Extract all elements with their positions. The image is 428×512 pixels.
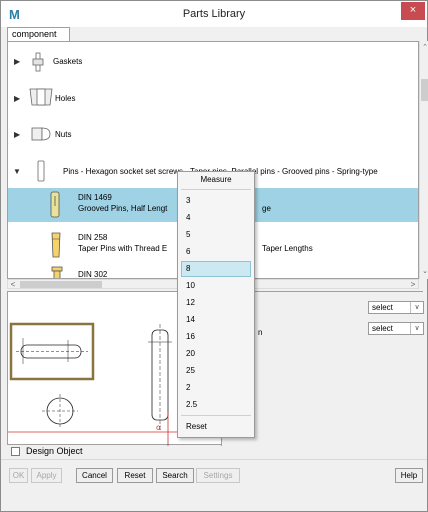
property-select-2[interactable]: select ∨ (368, 322, 424, 335)
chevron-down-icon[interactable]: ∨ (410, 323, 423, 334)
collapse-arrow-icon[interactable]: ▼ (13, 167, 21, 176)
scroll-left-icon[interactable]: < (8, 280, 18, 289)
taper-pin-icon (51, 232, 61, 258)
expand-arrow-icon[interactable]: ▶ (14, 130, 20, 139)
hole-icon (29, 88, 53, 106)
tree-row-label: Nuts (55, 130, 72, 139)
measure-item[interactable]: 5 (181, 227, 251, 243)
measure-item[interactable]: 10 (181, 278, 251, 294)
measure-item[interactable]: 6 (181, 244, 251, 260)
cancel-button[interactable]: Cancel (76, 468, 113, 483)
menu-header: Measure (200, 175, 232, 184)
tree-row-gaskets[interactable]: ▶ Gaskets (8, 50, 418, 72)
pin-302-icon (51, 266, 63, 278)
gasket-icon (32, 52, 44, 72)
measure-menu[interactable]: Measure 3 4 5 6 8 10 12 14 16 20 25 2 2.… (177, 171, 255, 438)
design-object-checkbox[interactable] (11, 447, 20, 456)
dimension-label: α (156, 423, 161, 432)
tree-row-holes[interactable]: ▶ Holes (8, 85, 418, 111)
window-title: Parts Library (182, 8, 246, 20)
apply-button[interactable]: Apply (31, 468, 62, 483)
tree-row-nuts[interactable]: ▶ Nuts (8, 122, 418, 146)
measure-item[interactable]: 14 (181, 312, 251, 328)
part-number: DIN 258 (78, 233, 108, 242)
parts-library-window: M Parts Library × component ▶ Gaskets ▶ … (0, 0, 428, 512)
reset-button[interactable]: Reset (117, 468, 153, 483)
measure-item[interactable]: 16 (181, 329, 251, 345)
part-number: DIN 1469 (78, 193, 112, 202)
measure-reset-item[interactable]: Reset (181, 419, 251, 435)
tab-component[interactable]: component (7, 27, 70, 42)
scroll-right-icon[interactable]: > (408, 280, 418, 289)
part-description: Grooved Pins, Half Lengt (78, 204, 168, 213)
part-description: Taper Pins with Thread E (78, 244, 168, 253)
measure-item[interactable]: 2.5 (181, 397, 251, 413)
part-number: DIN 302 (78, 270, 108, 279)
scroll-up-icon[interactable]: ⌃ (420, 43, 428, 53)
measure-item[interactable]: 12 (181, 295, 251, 311)
part-description-tail: ge (262, 204, 271, 213)
nut-icon (31, 127, 51, 141)
button-bar: OK Apply Cancel Reset Search Settings He… (1, 459, 427, 511)
menu-separator (181, 189, 251, 190)
tree-vertical-scrollbar[interactable]: ⌃ ⌄ (419, 41, 428, 279)
close-button[interactable]: × (401, 2, 425, 20)
chevron-down-icon[interactable]: ∨ (410, 302, 423, 313)
measure-item-selected[interactable]: 8 (181, 261, 251, 277)
property-select-1[interactable]: select ∨ (368, 301, 424, 314)
scroll-thumb[interactable] (421, 79, 428, 101)
search-button[interactable]: Search (156, 468, 194, 483)
part-description-tail: Taper Lengths (262, 244, 313, 253)
ok-button[interactable]: OK (9, 468, 28, 483)
measure-item[interactable]: 20 (181, 346, 251, 362)
tab-strip: component (7, 27, 423, 42)
settings-button[interactable]: Settings (196, 468, 240, 483)
property-label: n (258, 328, 263, 337)
pin-icon (37, 160, 45, 182)
tree-row-label: Gaskets (53, 57, 83, 66)
grooved-pin-icon (50, 191, 60, 218)
measure-item[interactable]: 4 (181, 210, 251, 226)
tree-row-label: Holes (55, 94, 76, 103)
help-button[interactable]: Help (395, 468, 423, 483)
title-bar[interactable]: M Parts Library × (1, 1, 427, 27)
measure-item[interactable]: 25 (181, 363, 251, 379)
menu-separator (181, 415, 251, 416)
design-object-label: Design Object (26, 446, 83, 456)
expand-arrow-icon[interactable]: ▶ (14, 94, 20, 103)
measure-item[interactable]: 3 (181, 193, 251, 209)
measure-item[interactable]: 2 (181, 380, 251, 396)
expand-arrow-icon[interactable]: ▶ (14, 57, 20, 66)
scroll-down-icon[interactable]: ⌄ (420, 267, 428, 277)
scroll-thumb[interactable] (20, 281, 102, 288)
